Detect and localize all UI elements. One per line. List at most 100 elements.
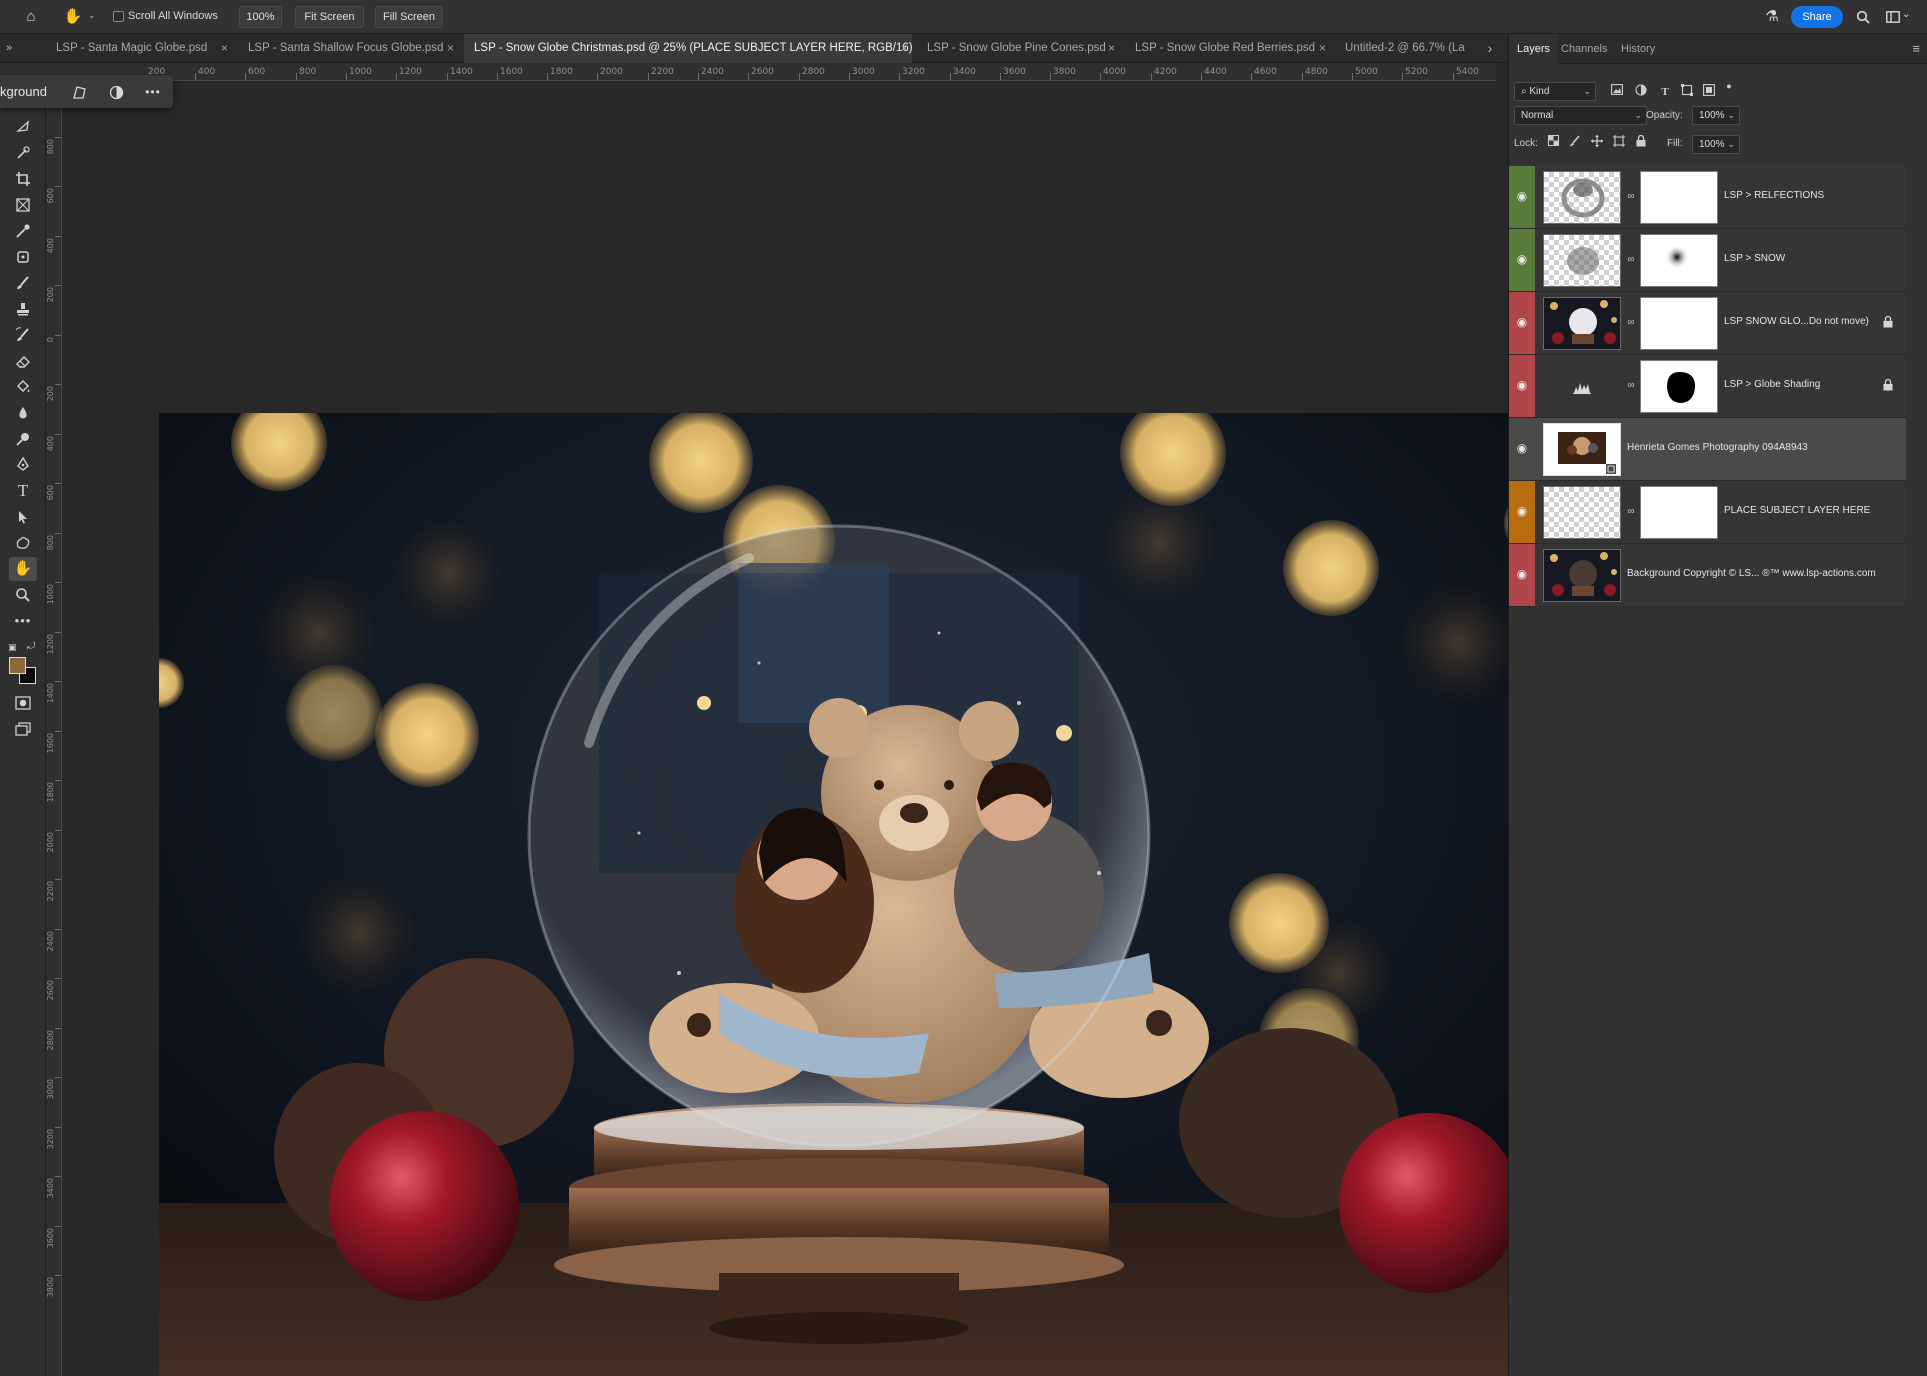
close-icon[interactable]: ×: [1108, 34, 1115, 63]
collapse-panels-icon[interactable]: »: [6, 34, 26, 63]
layer-mask-thumbnail[interactable]: [1640, 234, 1718, 287]
labs-icon[interactable]: ⚗: [1761, 6, 1783, 28]
tab-snow-globe-pine-cones[interactable]: LSP - Snow Globe Pine Cones.psd ×: [917, 34, 1119, 63]
more-options-icon[interactable]: •••: [141, 80, 165, 104]
eye-icon[interactable]: ◉: [1515, 567, 1529, 581]
layer-thumbnail[interactable]: [1543, 297, 1621, 350]
scroll-all-windows-checkbox[interactable]: [113, 11, 124, 22]
default-colors-icon[interactable]: ▣: [8, 642, 17, 653]
screen-mode-icon[interactable]: [9, 717, 37, 741]
eye-icon[interactable]: ◉: [1515, 315, 1529, 329]
lock-artboard-icon[interactable]: [1611, 135, 1627, 151]
workspace-chevron-icon[interactable]: ⌄: [1902, 9, 1910, 20]
tab-history[interactable]: History: [1613, 34, 1663, 64]
layer-row-globe-shading[interactable]: ◉ ∞ LSP > Globe Shading: [1509, 355, 1906, 418]
tab-layers[interactable]: Layers: [1509, 34, 1559, 64]
filter-toggle-icon[interactable]: ●: [1721, 78, 1737, 94]
filter-pixel-layers-icon[interactable]: [1609, 84, 1625, 100]
brush-tool-icon[interactable]: [9, 271, 37, 295]
dodge-tool-icon[interactable]: [9, 427, 37, 451]
type-tool-icon[interactable]: T: [9, 479, 37, 503]
blur-tool-icon[interactable]: [9, 401, 37, 425]
share-button[interactable]: Share: [1791, 6, 1843, 28]
select-subject-icon[interactable]: [67, 80, 91, 104]
eyedropper-tool-icon[interactable]: [9, 219, 37, 243]
link-icon[interactable]: ∞: [1626, 378, 1636, 394]
custom-shape-tool-icon[interactable]: [9, 531, 37, 555]
pen-tool-icon[interactable]: [9, 453, 37, 477]
eraser-tool-icon[interactable]: [9, 349, 37, 373]
close-icon[interactable]: ×: [1319, 34, 1326, 63]
layer-row-background[interactable]: ◉ Background Copyright © LS... ®™ www.ls…: [1509, 544, 1906, 607]
tab-untitled-2[interactable]: Untitled-2 @ 66.7% (La: [1335, 34, 1475, 63]
paint-bucket-tool-icon[interactable]: [9, 375, 37, 399]
lock-all-icon[interactable]: [1633, 134, 1649, 151]
close-icon[interactable]: ×: [447, 34, 454, 63]
zoom-100-button[interactable]: 100%: [239, 6, 282, 28]
layer-filter-kind-select[interactable]: ⌕ Kind ⌄: [1514, 82, 1596, 101]
home-icon[interactable]: ⌂: [20, 6, 42, 28]
layer-thumbnail[interactable]: [1543, 423, 1621, 476]
fit-screen-button[interactable]: Fit Screen: [295, 6, 364, 28]
tool-preset-chevron-icon[interactable]: ⌄: [88, 10, 96, 21]
crop-tool-icon[interactable]: [9, 167, 37, 191]
lock-transparent-pixels-icon[interactable]: [1545, 135, 1561, 151]
layer-row-snow[interactable]: ◉ ∞ LSP > SNOW: [1509, 229, 1906, 292]
layer-thumbnail[interactable]: [1543, 486, 1621, 539]
link-icon[interactable]: ∞: [1626, 504, 1636, 520]
history-brush-tool-icon[interactable]: [9, 323, 37, 347]
fill-screen-button[interactable]: Fill Screen: [375, 6, 443, 28]
layer-thumbnail[interactable]: [1543, 549, 1621, 602]
document-canvas[interactable]: [159, 413, 1550, 1376]
layer-row-subject-photo[interactable]: ◉ Henrieta Gomes Photography 094A8943: [1509, 418, 1906, 481]
tab-santa-shallow-focus-globe[interactable]: LSP - Santa Shallow Focus Globe.psd ×: [238, 34, 458, 63]
quick-mask-icon[interactable]: [9, 691, 37, 715]
eye-icon[interactable]: ◉: [1515, 252, 1529, 266]
lasso-tool-icon[interactable]: [9, 115, 37, 139]
spot-healing-tool-icon[interactable]: [9, 245, 37, 269]
layer-mask-thumbnail[interactable]: [1640, 360, 1718, 413]
clone-stamp-tool-icon[interactable]: [9, 297, 37, 321]
canvas-area[interactable]: [62, 81, 1558, 1376]
layer-mask-thumbnail[interactable]: [1640, 486, 1718, 539]
workspace-icon[interactable]: [1882, 6, 1904, 28]
levels-adjustment-icon[interactable]: [1543, 360, 1621, 413]
quick-selection-tool-icon[interactable]: [9, 141, 37, 165]
layer-mask-thumbnail[interactable]: [1640, 297, 1718, 350]
layer-mask-thumbnail[interactable]: [1640, 171, 1718, 224]
close-icon[interactable]: ×: [221, 34, 228, 63]
layer-row-reflections[interactable]: ◉ ∞ LSP > RELFECTIONS: [1509, 166, 1906, 229]
foreground-color-swatch[interactable]: [9, 657, 26, 674]
tab-channels[interactable]: Channels: [1553, 34, 1615, 64]
more-tools-icon[interactable]: •••: [9, 609, 37, 633]
tab-santa-magic-globe[interactable]: LSP - Santa Magic Globe.psd ×: [46, 34, 232, 63]
panel-menu-icon[interactable]: ≡: [1912, 34, 1920, 64]
more-tabs-chevron-icon[interactable]: ›: [1480, 34, 1500, 63]
eye-icon[interactable]: ◉: [1515, 504, 1529, 518]
link-icon[interactable]: ∞: [1626, 252, 1636, 268]
search-icon[interactable]: [1852, 6, 1874, 28]
link-icon[interactable]: ∞: [1626, 189, 1636, 205]
opacity-field[interactable]: 100% ⌄: [1692, 106, 1740, 125]
frame-tool-icon[interactable]: [9, 193, 37, 217]
lock-image-pixels-icon[interactable]: [1567, 135, 1583, 151]
path-selection-tool-icon[interactable]: [9, 505, 37, 529]
hand-tool-icon[interactable]: ✋: [9, 557, 37, 581]
close-icon[interactable]: ×: [901, 34, 908, 63]
tab-snow-globe-christmas[interactable]: LSP - Snow Globe Christmas.psd @ 25% (PL…: [464, 34, 912, 63]
filter-smart-objects-icon[interactable]: [1701, 84, 1717, 100]
zoom-tool-icon[interactable]: [9, 583, 37, 607]
tab-snow-globe-red-berries[interactable]: LSP - Snow Globe Red Berries.psd ×: [1125, 34, 1330, 63]
lock-position-icon[interactable]: [1589, 135, 1605, 151]
filter-adjustment-layers-icon[interactable]: [1633, 84, 1649, 100]
eye-icon[interactable]: ◉: [1515, 378, 1529, 392]
hand-tool-icon[interactable]: ✋: [62, 6, 84, 28]
adjustment-icon[interactable]: [104, 80, 128, 104]
filter-type-layers-icon[interactable]: T: [1657, 84, 1673, 100]
fill-field[interactable]: 100% ⌄: [1692, 135, 1740, 154]
link-icon[interactable]: ∞: [1626, 315, 1636, 331]
layer-thumbnail[interactable]: [1543, 234, 1621, 287]
swap-colors-icon[interactable]: ⤾: [27, 641, 35, 652]
eye-icon[interactable]: ◉: [1515, 189, 1529, 203]
eye-icon[interactable]: ◉: [1515, 441, 1529, 455]
